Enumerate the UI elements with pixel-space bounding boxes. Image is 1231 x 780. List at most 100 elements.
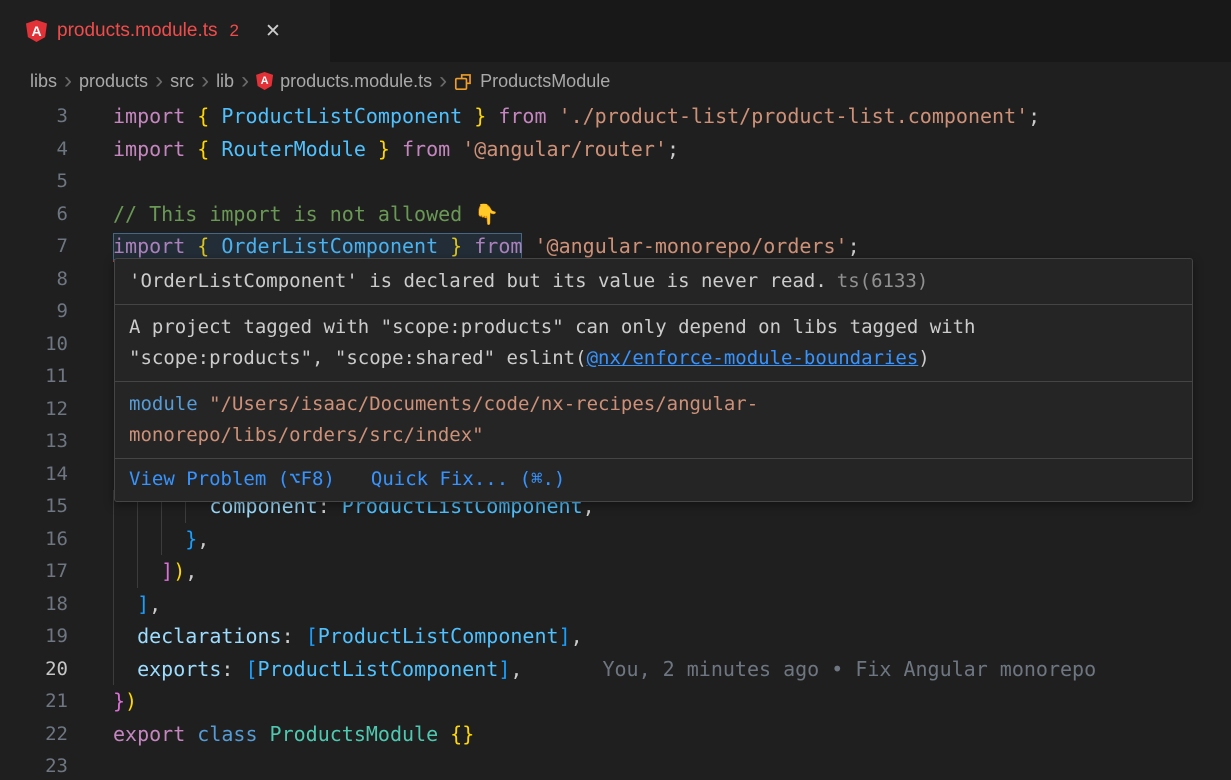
- code-line-3[interactable]: 3 import { ProductListComponent } from '.…: [0, 100, 1231, 133]
- line-number[interactable]: 3: [0, 100, 68, 133]
- code-token: export: [113, 722, 197, 746]
- code-text: exports: [ProductListComponent],: [113, 657, 522, 681]
- eslint-error-line2-suffix: ): [918, 347, 929, 369]
- module-path-line2: monorepo/libs/orders/src/index": [129, 420, 1178, 451]
- breadcrumb-item-src[interactable]: src: [170, 71, 194, 92]
- indent-guide: [137, 523, 138, 556]
- line-number[interactable]: 15: [0, 490, 68, 523]
- code-line-20[interactable]: 20 exports: [ProductListComponent],You, …: [0, 653, 1231, 686]
- tab-products-module-ts[interactable]: A products.module.ts 2 ✕: [0, 0, 330, 62]
- error-highlight-box: [113, 233, 522, 260]
- line-content[interactable]: ]),: [113, 555, 197, 588]
- code-line-16[interactable]: 16 },: [0, 523, 1231, 556]
- code-line-23[interactable]: 23: [0, 750, 1231, 780]
- line-content[interactable]: // This import is not allowed 👇: [113, 198, 499, 231]
- chevron-right-icon: ›: [194, 69, 216, 93]
- code-line-17[interactable]: 17 ]),: [0, 555, 1231, 588]
- code-token: }: [185, 527, 197, 551]
- breadcrumb-item-lib[interactable]: lib: [216, 71, 234, 92]
- view-problem-action[interactable]: View Problem (⌥F8): [129, 464, 335, 495]
- line-number[interactable]: 17: [0, 555, 68, 588]
- code-token: ;: [1028, 104, 1040, 128]
- code-token: './product-list/product-list.component': [559, 104, 1029, 128]
- code-token: }: [378, 137, 390, 161]
- code-token: ]: [161, 559, 173, 583]
- code-line-6[interactable]: 6 // This import is not allowed 👇: [0, 198, 1231, 231]
- eslint-rule-link[interactable]: @nx/enforce-module-boundaries: [587, 347, 919, 369]
- code-line-18[interactable]: 18 ],: [0, 588, 1231, 621]
- angular-icon: A: [26, 20, 47, 42]
- breadcrumb-item-libs[interactable]: libs: [30, 71, 57, 92]
- code-token: [547, 104, 559, 128]
- line-number[interactable]: 4: [0, 133, 68, 166]
- line-number[interactable]: 22: [0, 718, 68, 751]
- code-token: ,: [571, 624, 583, 648]
- line-number[interactable]: 21: [0, 685, 68, 718]
- line-number[interactable]: 13: [0, 425, 68, 458]
- line-number[interactable]: 19: [0, 620, 68, 653]
- code-token: [113, 657, 137, 681]
- eslint-error-line1: A project tagged with "scope:products" c…: [129, 312, 1178, 343]
- code-token: {: [197, 137, 209, 161]
- quick-fix-action[interactable]: Quick Fix... (⌘.): [371, 464, 565, 495]
- code-token: import: [113, 137, 197, 161]
- close-icon[interactable]: ✕: [265, 20, 281, 43]
- breadcrumb-item-products[interactable]: products: [79, 71, 148, 92]
- code-text: import { RouterModule } from '@angular/r…: [113, 137, 679, 161]
- line-number[interactable]: 8: [0, 263, 68, 296]
- line-content[interactable]: declarations: [ProductListComponent],: [113, 620, 583, 653]
- code-token: ]: [498, 657, 510, 681]
- line-number[interactable]: 5: [0, 165, 68, 198]
- eslint-error-line2-prefix: "scope:products", "scope:shared" eslint(: [129, 347, 587, 369]
- code-line-21[interactable]: 21}): [0, 685, 1231, 718]
- code-line-4[interactable]: 4 import { RouterModule } from '@angular/…: [0, 133, 1231, 166]
- line-content[interactable]: }): [113, 685, 137, 718]
- indent-guide: [113, 523, 114, 556]
- code-token: [: [306, 624, 318, 648]
- code-editor[interactable]: 3 import { ProductListComponent } from '.…: [0, 100, 1231, 780]
- line-number[interactable]: 18: [0, 588, 68, 621]
- line-content[interactable]: import { ProductListComponent } from './…: [113, 100, 1040, 133]
- code-token: ProductListComponent: [318, 624, 559, 648]
- indent-guide: [161, 523, 162, 556]
- line-number[interactable]: 6: [0, 198, 68, 231]
- line-number[interactable]: 12: [0, 393, 68, 426]
- code-line-5[interactable]: 5: [0, 165, 1231, 198]
- line-number[interactable]: 10: [0, 328, 68, 361]
- chevron-right-icon: ›: [57, 69, 79, 93]
- line-number[interactable]: 7: [0, 230, 68, 263]
- line-content[interactable]: },: [113, 523, 209, 556]
- line-number[interactable]: 9: [0, 295, 68, 328]
- code-line-19[interactable]: 19 declarations: [ProductListComponent],: [0, 620, 1231, 653]
- code-token: ): [125, 689, 137, 713]
- line-content[interactable]: ],: [113, 588, 161, 621]
- line-number[interactable]: 20: [0, 653, 68, 686]
- code-text: export class ProductsModule {}: [113, 722, 474, 746]
- line-number[interactable]: 23: [0, 750, 68, 780]
- code-text: ],: [113, 592, 161, 616]
- code-token: ]: [137, 592, 149, 616]
- line-number[interactable]: 14: [0, 458, 68, 491]
- indent-guide: [113, 620, 114, 653]
- code-token: ;: [667, 137, 679, 161]
- breadcrumb-item-file[interactable]: products.module.ts: [280, 71, 432, 92]
- code-line-22[interactable]: 22 export class ProductsModule {}: [0, 718, 1231, 751]
- code-text: ]),: [113, 559, 197, 583]
- module-path-line1: module "/Users/isaac/Documents/code/nx-r…: [129, 389, 1178, 420]
- line-content[interactable]: export class ProductsModule {}: [113, 718, 474, 751]
- code-text: }): [113, 689, 137, 713]
- code-token: [522, 234, 534, 258]
- code-token: [390, 137, 402, 161]
- breadcrumb: libs › products › src › lib › A products…: [0, 62, 1231, 100]
- line-number[interactable]: 11: [0, 360, 68, 393]
- line-content[interactable]: import { RouterModule } from '@angular/r…: [113, 133, 679, 166]
- breadcrumb-item-symbol[interactable]: ProductsModule: [480, 71, 610, 92]
- module-path-part1: "/Users/isaac/Documents/code/nx-recipes/…: [209, 393, 758, 415]
- class-symbol-icon: [454, 72, 473, 91]
- line-content[interactable]: exports: [ProductListComponent],You, 2 m…: [113, 653, 1096, 686]
- chevron-right-icon: ›: [148, 69, 170, 93]
- eslint-error-section: A project tagged with "scope:products" c…: [115, 305, 1192, 382]
- line-number[interactable]: 16: [0, 523, 68, 556]
- ts-error-section: 'OrderListComponent' is declared but its…: [115, 259, 1192, 305]
- tab-label: products.module.ts: [57, 20, 218, 42]
